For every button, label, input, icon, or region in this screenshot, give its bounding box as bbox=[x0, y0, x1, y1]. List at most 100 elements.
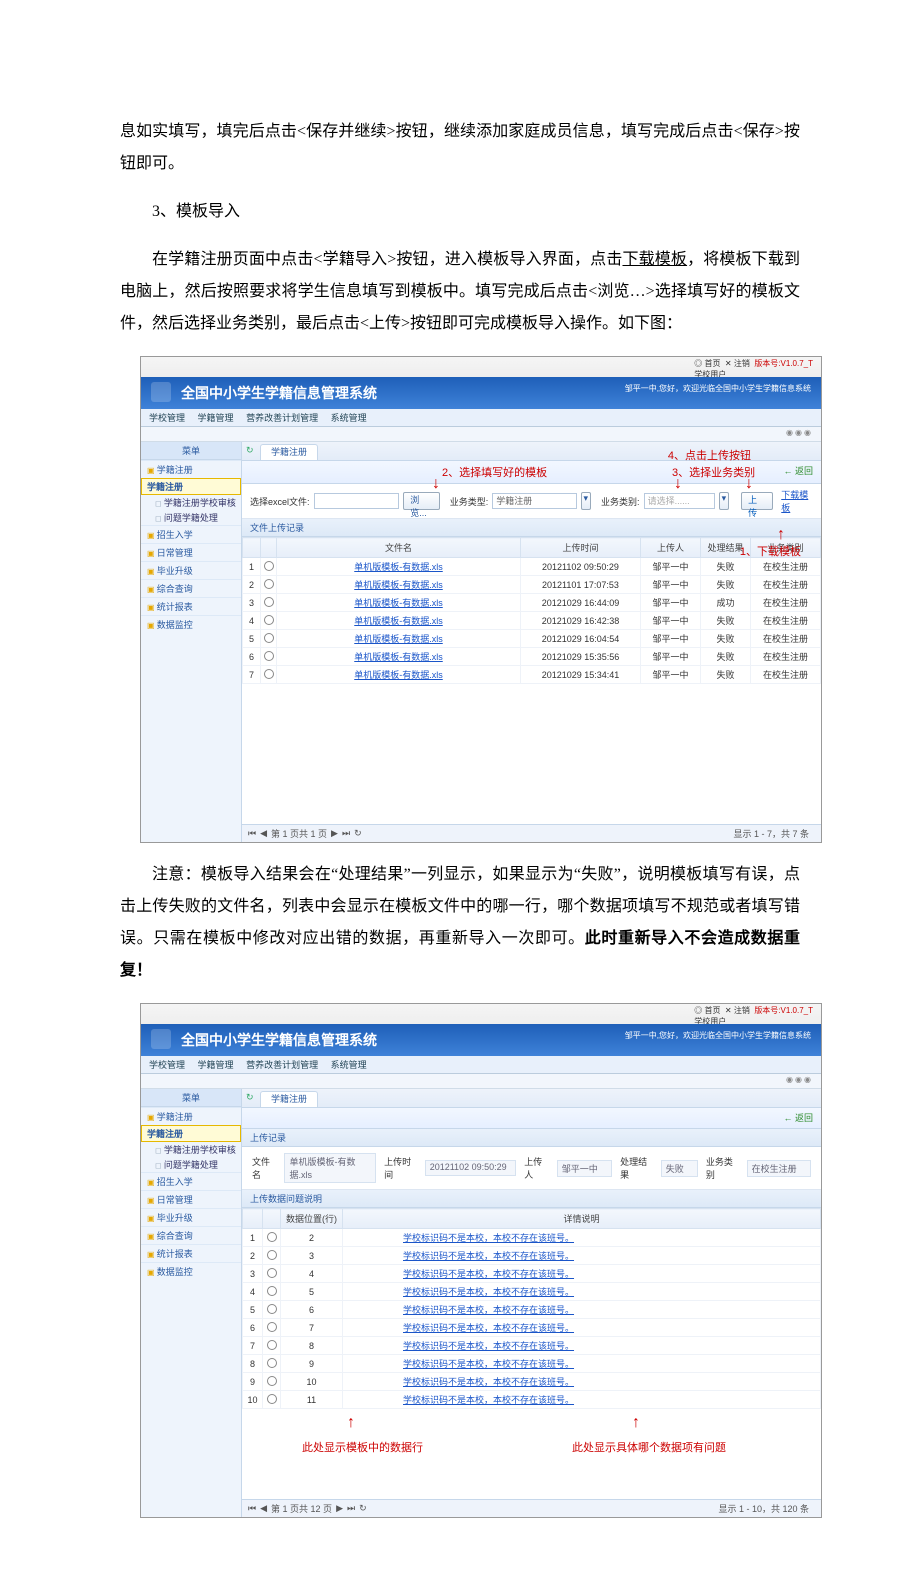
home-link[interactable]: 首页 bbox=[704, 1006, 720, 1015]
row-radio[interactable] bbox=[267, 1232, 277, 1242]
menu-roll[interactable]: 学籍管理 bbox=[198, 413, 234, 423]
tab-register[interactable]: 学籍注册 bbox=[260, 444, 318, 460]
column-header: 上传时间 bbox=[521, 538, 641, 558]
home-link[interactable]: 首页 bbox=[704, 359, 720, 368]
sidebar-item[interactable]: 毕业升级 bbox=[141, 1208, 241, 1226]
row-radio[interactable] bbox=[267, 1322, 277, 1332]
row-radio[interactable] bbox=[264, 561, 274, 571]
row-radio[interactable] bbox=[267, 1358, 277, 1368]
pager-last-icon[interactable]: ⏭ bbox=[342, 828, 350, 839]
bizcat-select[interactable]: 请选择...... bbox=[644, 493, 715, 509]
error-link[interactable]: 学校标识码不是本校，本校不存在该班号。 bbox=[343, 1283, 821, 1301]
file-input[interactable] bbox=[314, 493, 400, 509]
biztype-dd[interactable]: ▾ bbox=[581, 492, 592, 510]
file-link[interactable]: 单机版模板-有数据.xls bbox=[277, 666, 521, 684]
error-link[interactable]: 学校标识码不是本校，本校不存在该班号。 bbox=[343, 1247, 821, 1265]
row-radio[interactable] bbox=[264, 651, 274, 661]
error-table: 数据位置(行) 详情说明 12学校标识码不是本校，本校不存在该班号。23学校标识… bbox=[242, 1208, 821, 1409]
error-link[interactable]: 学校标识码不是本校，本校不存在该班号。 bbox=[343, 1373, 821, 1391]
table-row: 12学校标识码不是本校，本校不存在该班号。 bbox=[243, 1229, 821, 1247]
upload-button[interactable]: 上 传 bbox=[741, 492, 773, 510]
download-template-link[interactable]: 下载模板 bbox=[781, 488, 813, 514]
pager-last-icon[interactable]: ⏭ bbox=[347, 1503, 355, 1514]
row-radio[interactable] bbox=[267, 1268, 277, 1278]
menu-nutrition[interactable]: 营养改善计划管理 bbox=[246, 413, 318, 423]
menu-school[interactable]: 学校管理 bbox=[149, 1060, 185, 1070]
error-link[interactable]: 学校标识码不是本校，本校不存在该班号。 bbox=[343, 1391, 821, 1409]
sidebar-item[interactable]: 招生入学 bbox=[141, 525, 241, 543]
sidebar-item[interactable]: 学籍注册 bbox=[141, 1107, 241, 1125]
error-link[interactable]: 学校标识码不是本校，本校不存在该班号。 bbox=[343, 1355, 821, 1373]
pager-first-icon[interactable]: ⏮ bbox=[248, 1503, 256, 1514]
val-file: 单机版模板-有数据.xls bbox=[284, 1153, 376, 1183]
row-radio[interactable] bbox=[264, 669, 274, 679]
error-link[interactable]: 学校标识码不是本校，本校不存在该班号。 bbox=[343, 1319, 821, 1337]
pager-first-icon[interactable]: ⏮ bbox=[248, 828, 256, 839]
sidebar-item[interactable]: 统计报表 bbox=[141, 1244, 241, 1262]
file-link[interactable]: 单机版模板-有数据.xls bbox=[277, 576, 521, 594]
browse-button[interactable]: 浏览... bbox=[403, 492, 439, 510]
file-link[interactable]: 单机版模板-有数据.xls bbox=[277, 612, 521, 630]
row-radio[interactable] bbox=[264, 615, 274, 625]
pager-refresh-icon[interactable]: ↻ bbox=[359, 1503, 367, 1514]
row-radio[interactable] bbox=[267, 1340, 277, 1350]
bizcat-dd[interactable]: ▾ bbox=[719, 492, 730, 510]
file-link[interactable]: 单机版模板-有数据.xls bbox=[277, 594, 521, 612]
sidebar-item[interactable]: 招生入学 bbox=[141, 1172, 241, 1190]
row-radio[interactable] bbox=[267, 1286, 277, 1296]
pager-summary: 显示 1 - 10，共 120 条 bbox=[718, 1502, 809, 1515]
row-radio[interactable] bbox=[267, 1394, 277, 1404]
sidebar-item[interactable]: 毕业升级 bbox=[141, 561, 241, 579]
pager-prev-icon[interactable]: ◀ bbox=[260, 1503, 267, 1514]
file-link[interactable]: 单机版模板-有数据.xls bbox=[277, 648, 521, 666]
menu-school[interactable]: 学校管理 bbox=[149, 413, 185, 423]
refresh-icon[interactable]: ↻ bbox=[246, 445, 254, 456]
p2-a: 在学籍注册页面中点击<学籍导入>按钮，进入模板导入界面，点击 bbox=[152, 251, 622, 268]
pager-refresh-icon[interactable]: ↻ bbox=[354, 828, 362, 839]
table-row: 23学校标识码不是本校，本校不存在该班号。 bbox=[243, 1247, 821, 1265]
row-radio[interactable] bbox=[267, 1250, 277, 1260]
sidebar-item[interactable]: 综合查询 bbox=[141, 579, 241, 597]
table-row: 89学校标识码不是本校，本校不存在该班号。 bbox=[243, 1355, 821, 1373]
error-link[interactable]: 学校标识码不是本校，本校不存在该班号。 bbox=[343, 1337, 821, 1355]
sidebar-item[interactable]: 数据监控 bbox=[141, 1262, 241, 1280]
section-upload-log: 文件上传记录 bbox=[242, 519, 821, 537]
biztype-select[interactable]: 学籍注册 bbox=[492, 493, 576, 509]
menu-system[interactable]: 系统管理 bbox=[331, 413, 367, 423]
file-link[interactable]: 单机版模板-有数据.xls bbox=[277, 558, 521, 576]
row-radio[interactable] bbox=[267, 1304, 277, 1314]
sidebar-item[interactable]: 学籍注册 bbox=[141, 478, 241, 495]
menu-nutrition[interactable]: 营养改善计划管理 bbox=[246, 1060, 318, 1070]
sidebar-item[interactable]: 日常管理 bbox=[141, 1190, 241, 1208]
main-panel: ↻ 学籍注册 2、选择填写好的模板 3、选择业务类别 4、点击上传按钮 ← 返回… bbox=[242, 442, 821, 842]
tab-register[interactable]: 学籍注册 bbox=[260, 1091, 318, 1107]
error-link[interactable]: 学校标识码不是本校，本校不存在该班号。 bbox=[343, 1301, 821, 1319]
table-row: 1011学校标识码不是本校，本校不存在该班号。 bbox=[243, 1391, 821, 1409]
sidebar-item[interactable]: 日常管理 bbox=[141, 543, 241, 561]
error-link[interactable]: 学校标识码不是本校，本校不存在该班号。 bbox=[343, 1229, 821, 1247]
row-radio[interactable] bbox=[264, 633, 274, 643]
row-radio[interactable] bbox=[267, 1376, 277, 1386]
logout-link[interactable]: 注销 bbox=[734, 1006, 750, 1015]
row-radio[interactable] bbox=[264, 597, 274, 607]
topbar: ◎ 首页 ✕ 注销 版本号:V1.0.7_T 学校用户 bbox=[141, 1004, 821, 1024]
file-link[interactable]: 单机版模板-有数据.xls bbox=[277, 630, 521, 648]
sidebar-item[interactable]: 统计报表 bbox=[141, 597, 241, 615]
sidebar-item[interactable]: 学籍注册 bbox=[141, 460, 241, 478]
menu-system[interactable]: 系统管理 bbox=[331, 1060, 367, 1070]
menu-roll[interactable]: 学籍管理 bbox=[198, 1060, 234, 1070]
val-user: 邹平一中 bbox=[557, 1160, 612, 1177]
row-radio[interactable] bbox=[264, 579, 274, 589]
pager-next-icon[interactable]: ▶ bbox=[336, 1503, 343, 1514]
sidebar-item[interactable]: 综合查询 bbox=[141, 1226, 241, 1244]
back-link[interactable]: ← 返回 bbox=[783, 1111, 813, 1124]
sidebar-item[interactable]: 学籍注册 bbox=[141, 1125, 241, 1142]
logout-link[interactable]: 注销 bbox=[734, 359, 750, 368]
pager: ⏮ ◀ 第 1 页共 12 页 ▶ ⏭ ↻ 显示 1 - 10，共 120 条 bbox=[242, 1499, 821, 1517]
refresh-icon[interactable]: ↻ bbox=[246, 1092, 254, 1103]
sidebar-item[interactable]: 数据监控 bbox=[141, 615, 241, 633]
back-link[interactable]: ← 返回 bbox=[783, 464, 813, 477]
error-link[interactable]: 学校标识码不是本校，本校不存在该班号。 bbox=[343, 1265, 821, 1283]
pager-next-icon[interactable]: ▶ bbox=[331, 828, 338, 839]
pager-prev-icon[interactable]: ◀ bbox=[260, 828, 267, 839]
